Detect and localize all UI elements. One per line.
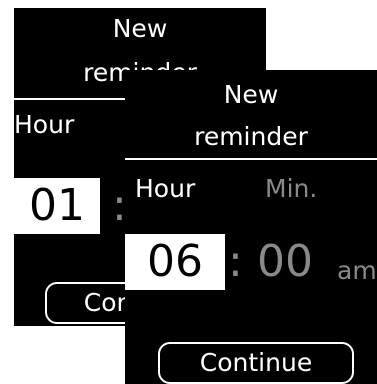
minute-label: Min. [265, 174, 318, 203]
screen-title-line1: New [223, 80, 279, 109]
hour-label: Hour [14, 110, 75, 139]
ampm-field[interactable]: am [337, 256, 377, 286]
header-divider [125, 158, 377, 160]
screen-title-line1: New [112, 14, 168, 43]
hour-label: Hour [135, 174, 196, 203]
continue-button[interactable]: Continue [158, 342, 354, 384]
minute-field[interactable]: 00 [257, 234, 313, 290]
time-separator: : [228, 236, 243, 287]
hour-field[interactable]: 01 [14, 178, 100, 234]
reminder-screen-front: New reminder Hour Min. 06 : 00 am Contin… [125, 70, 377, 384]
hour-field[interactable]: 06 [125, 234, 225, 290]
screen-title-line2: reminder [194, 122, 308, 151]
